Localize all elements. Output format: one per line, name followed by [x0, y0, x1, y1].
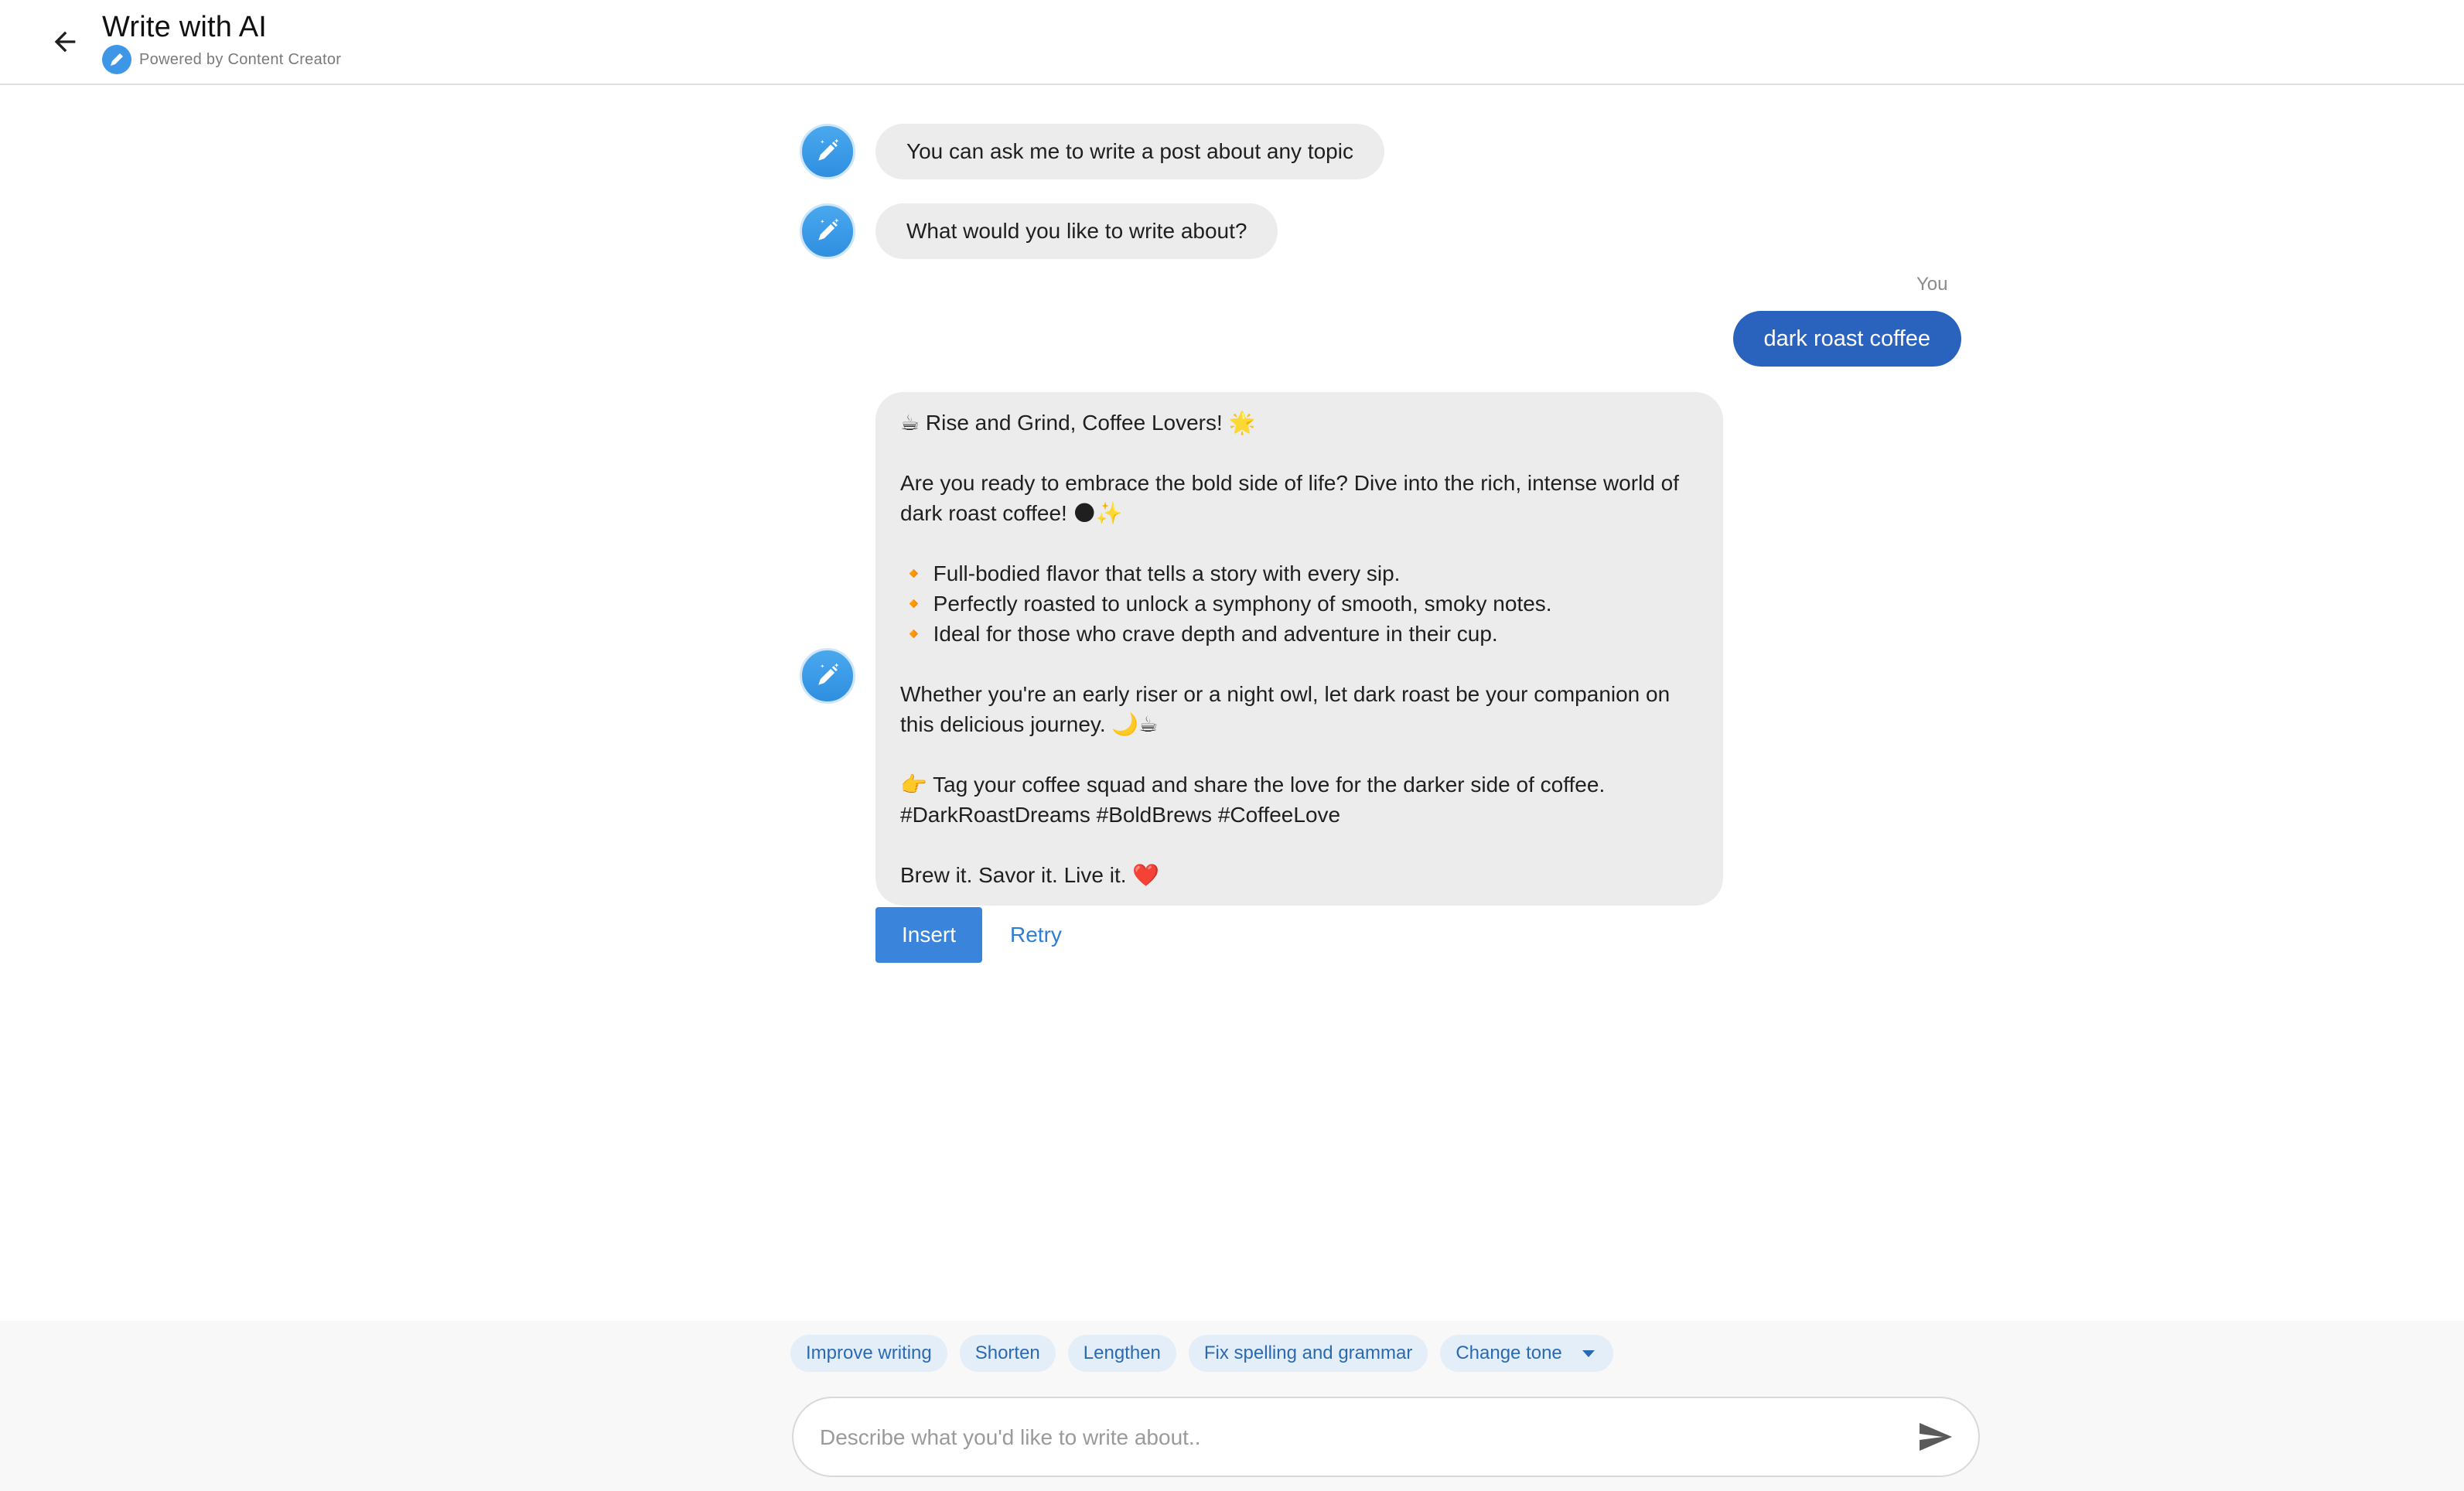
send-button[interactable] [1913, 1415, 1957, 1459]
response-line: Are you ready to embrace the bold side o… [900, 471, 1679, 525]
assistant-avatar [800, 124, 855, 179]
page-title: Write with AI [102, 11, 268, 43]
assistant-message-bubble: You can ask me to write a post about any… [875, 124, 1384, 179]
content-creator-logo-icon [102, 45, 131, 74]
fix-spelling-grammar-chip[interactable]: Fix spelling and grammar [1188, 1335, 1428, 1372]
response-line: Brew it. Savor it. Live it. ❤️ [900, 863, 1160, 887]
back-button[interactable] [43, 20, 87, 63]
composer-input-container [792, 1397, 1980, 1477]
response-bullet: 🔸 Ideal for those who crave depth and ad… [900, 622, 1498, 646]
shorten-chip[interactable]: Shorten [959, 1335, 1056, 1372]
insert-button[interactable]: Insert [875, 907, 982, 963]
chevron-down-icon [1582, 1349, 1595, 1357]
app-header: Write with AI Powered by Content Creator [0, 0, 2464, 85]
chip-label: Change tone [1456, 1343, 1562, 1363]
magic-pen-icon [818, 218, 839, 241]
powered-by-text: Powered by Content Creator [139, 50, 342, 68]
user-message-bubble: dark roast coffee [1732, 311, 1961, 367]
assistant-message-bubble: What would you like to write about? [875, 203, 1278, 259]
retry-button[interactable]: Retry [998, 907, 1074, 963]
response-line: Whether you're an early riser or a night… [900, 682, 1671, 736]
response-line: 👉 Tag your coffee squad and share the lo… [900, 773, 1606, 797]
response-bullet: 🔸 Full-bodied flavor that tells a story … [900, 561, 1401, 585]
chip-label: Fix spelling and grammar [1203, 1343, 1413, 1363]
change-tone-dropdown[interactable]: Change tone [1440, 1335, 1613, 1372]
response-hashtags: #DarkRoastDreams #BoldBrews #CoffeeLove [900, 803, 1341, 827]
assistant-response-bubble: ☕ Rise and Grind, Coffee Lovers! 🌟 Are y… [875, 392, 1723, 906]
send-icon [1920, 1423, 1952, 1451]
magic-pen-icon [818, 138, 839, 161]
response-line: ☕ Rise and Grind, Coffee Lovers! 🌟 [900, 411, 1256, 435]
magic-pen-icon [818, 663, 839, 685]
quick-action-chips: Improve writing Shorten Lengthen Fix spe… [790, 1335, 1613, 1372]
powered-by: Powered by Content Creator [102, 45, 341, 74]
improve-writing-chip[interactable]: Improve writing [790, 1335, 947, 1372]
composer-input[interactable] [818, 1398, 1904, 1477]
chip-label: Shorten [974, 1343, 1040, 1363]
response-bullet: 🔸 Perfectly roasted to unlock a symphony… [900, 592, 1552, 616]
assistant-avatar [800, 203, 855, 259]
assistant-avatar [800, 648, 855, 704]
arrow-left-icon [54, 31, 76, 53]
chip-label: Improve writing [806, 1343, 932, 1363]
user-label: You [1916, 274, 1948, 295]
lengthen-chip[interactable]: Lengthen [1067, 1335, 1176, 1372]
chip-label: Lengthen [1083, 1343, 1161, 1363]
